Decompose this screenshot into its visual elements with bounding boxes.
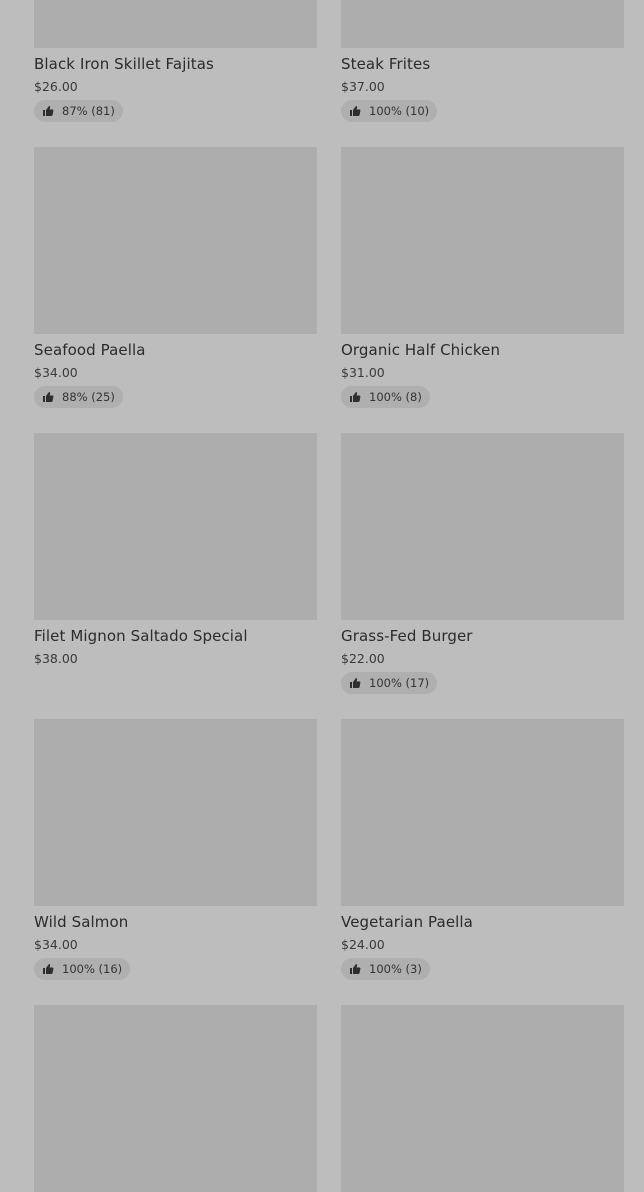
menu-item-price: $38.00: [34, 651, 78, 666]
rating-badge: 100% (16): [34, 958, 131, 980]
menu-item-image: [341, 719, 624, 906]
rating-badge: 100% (8): [341, 386, 430, 408]
rating-text: 100% (3): [369, 962, 422, 976]
menu-item-price: $22.00: [341, 651, 385, 666]
menu-item-card[interactable]: Steak Frites $37.00 100% (10): [341, 0, 624, 131]
menu-item-name: Grass-Fed Burger: [341, 627, 473, 645]
thumbs-up-icon: [349, 105, 361, 117]
menu-item-name: Wild Salmon: [34, 913, 129, 931]
rating-text: 100% (8): [369, 390, 422, 404]
menu-item-price: $31.00: [341, 365, 385, 380]
menu-item-price: $24.00: [341, 937, 385, 952]
menu-item-card[interactable]: Seafood Paella $34.00 88% (25): [34, 147, 317, 417]
thumbs-up-icon: [42, 391, 54, 403]
rating-text: 100% (16): [62, 962, 123, 976]
thumbs-up-icon: [42, 963, 54, 975]
menu-item-image: [34, 719, 317, 906]
rating-badge: 100% (3): [341, 958, 430, 980]
menu-item-card[interactable]: [34, 1005, 317, 1192]
thumbs-up-icon: [349, 963, 361, 975]
thumbs-up-icon: [349, 391, 361, 403]
menu-item-card[interactable]: Organic Half Chicken $31.00 100% (8): [341, 147, 624, 417]
menu-item-name: Vegetarian Paella: [341, 913, 473, 931]
menu-item-name: Black Iron Skillet Fajitas: [34, 55, 214, 73]
menu-item-image: [341, 433, 624, 620]
menu-item-name: Filet Mignon Saltado Special: [34, 627, 248, 645]
menu-item-image: [34, 147, 317, 334]
rating-badge: 88% (25): [34, 386, 123, 408]
menu-item-card[interactable]: Vegetarian Paella $24.00 100% (3): [341, 719, 624, 989]
menu-item-card[interactable]: Grass-Fed Burger $22.00 100% (17): [341, 433, 624, 703]
rating-text: 87% (81): [62, 104, 115, 118]
menu-item-price: $34.00: [34, 365, 78, 380]
menu-item-name: Organic Half Chicken: [341, 341, 501, 359]
menu-item-image: [34, 433, 317, 620]
menu-item-image: [341, 1005, 624, 1192]
menu-item-card[interactable]: Filet Mignon Saltado Special $38.00: [34, 433, 317, 703]
menu-item-card[interactable]: Wild Salmon $34.00 100% (16): [34, 719, 317, 989]
menu-item-card[interactable]: [341, 1005, 624, 1192]
menu-item-image: [34, 1005, 317, 1192]
rating-text: 100% (17): [369, 676, 430, 690]
rating-text: 88% (25): [62, 390, 115, 404]
rating-text: 100% (10): [369, 104, 430, 118]
menu-item-image: [341, 0, 624, 48]
menu-item-image: [341, 147, 624, 334]
menu-item-name: Steak Frites: [341, 55, 431, 73]
menu-item-price: $37.00: [341, 79, 385, 94]
menu-item-price: $26.00: [34, 79, 78, 94]
menu-item-card[interactable]: Black Iron Skillet Fajitas $26.00 87% (8…: [34, 0, 317, 131]
menu-item-image: [34, 0, 317, 48]
rating-badge: 87% (81): [34, 100, 123, 122]
menu-item-price: $34.00: [34, 937, 78, 952]
rating-badge: 100% (17): [341, 672, 438, 694]
rating-badge: 100% (10): [341, 100, 438, 122]
menu-item-name: Seafood Paella: [34, 341, 146, 359]
thumbs-up-icon: [349, 677, 361, 689]
thumbs-up-icon: [42, 105, 54, 117]
